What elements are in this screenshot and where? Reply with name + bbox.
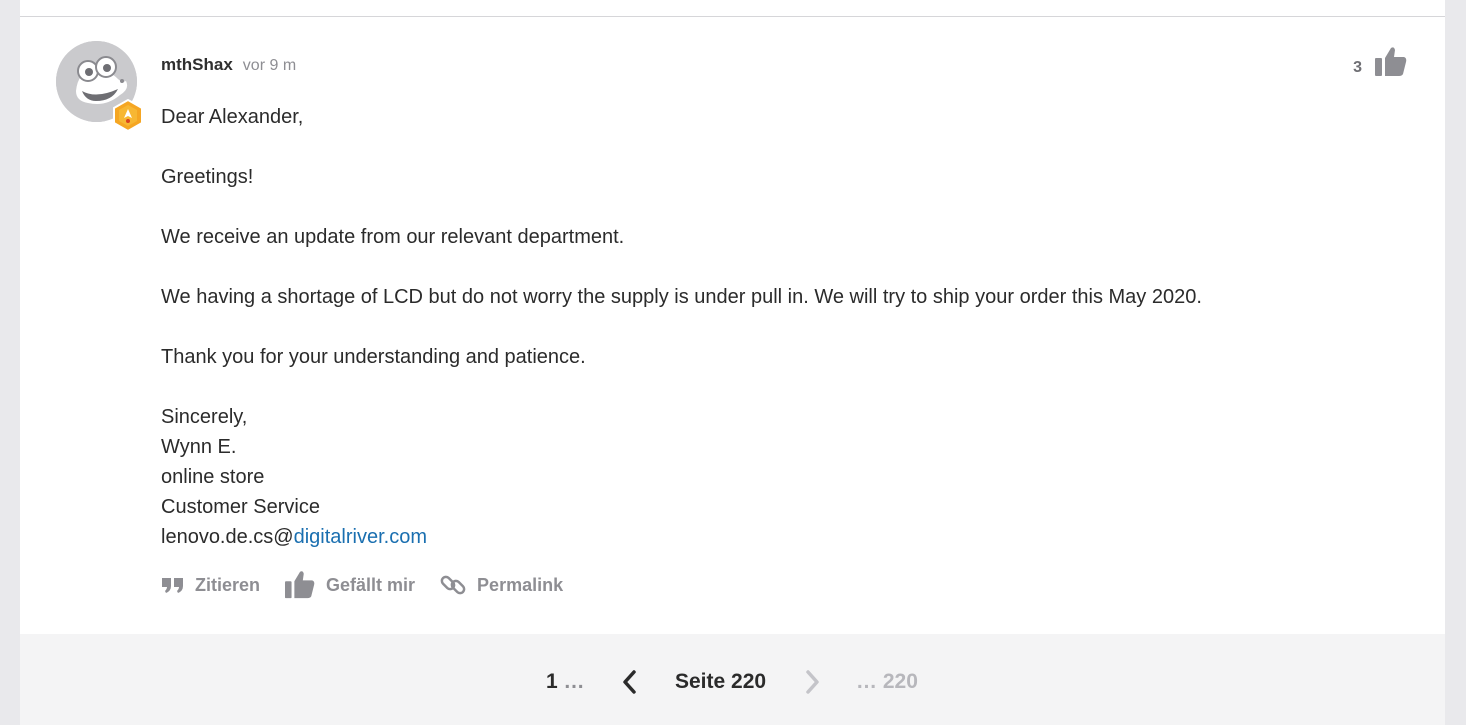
body-line: Greetings! [161, 166, 254, 188]
quote-button[interactable]: Zitieren [161, 575, 260, 596]
post-actions: Zitieren Gefällt mir Permalink [161, 570, 563, 600]
thumbs-up-icon [1375, 47, 1407, 76]
signer-email: lenovo.de.cs@digitalriver.com [161, 522, 1361, 552]
last-page-link: … 220 [856, 667, 918, 697]
next-page-button [802, 667, 822, 706]
last-page-number: 220 [882, 670, 918, 693]
first-page-link[interactable]: 1 … [546, 667, 585, 697]
permalink-button[interactable]: Permalink [439, 571, 563, 599]
greeting: Dear Alexander, [161, 106, 304, 128]
body-line: We having a shortage of LCD but do not w… [161, 286, 1202, 308]
divider [20, 16, 1445, 17]
first-page-number: 1 [546, 670, 558, 693]
post-time[interactable]: vor 9 m [243, 57, 296, 75]
ellipsis: … [856, 670, 877, 693]
post-body: Dear Alexander, Greetings! We receive an… [161, 102, 1361, 552]
permalink-label: Permalink [477, 574, 564, 595]
email-link[interactable]: digitalriver.com [294, 526, 427, 548]
chevron-right-icon [806, 670, 819, 694]
pagination: 1 … Seite 220 … 220 [20, 667, 1445, 697]
like-button[interactable]: Gefällt mir [284, 570, 415, 600]
current-page: Seite 220 [675, 670, 767, 693]
sign-off: Sincerely, [161, 406, 248, 428]
body-line: We receive an update from our relevant d… [161, 226, 625, 248]
link-icon [440, 575, 466, 595]
prev-page-button[interactable] [620, 667, 640, 706]
email-prefix: lenovo.de.cs@ [161, 526, 294, 548]
thumbs-up-icon [285, 571, 315, 599]
username[interactable]: mthShax [161, 55, 233, 75]
signer-dept: online store [161, 466, 265, 488]
ellipsis: … [563, 670, 585, 693]
pagination-bar: 1 … Seite 220 … 220 [20, 634, 1445, 725]
chevron-left-icon [623, 670, 636, 694]
signer-dept: Customer Service [161, 496, 320, 518]
post-header: mthShax vor 9 m [161, 55, 296, 75]
body-line: Thank you for your understanding and pat… [161, 346, 586, 368]
rank-badge-icon [113, 99, 143, 132]
quote-icon [162, 578, 183, 593]
like-label: Gefällt mir [326, 574, 416, 595]
quote-label: Zitieren [195, 574, 261, 595]
like-count: 3 [1353, 59, 1362, 76]
thread-page: mthShax vor 9 m 3 Dear Alexander, Greeti… [20, 0, 1445, 725]
signer-name: Wynn E. [161, 436, 237, 458]
avatar[interactable] [56, 41, 143, 132]
like-counter[interactable]: 3 [1353, 46, 1408, 78]
